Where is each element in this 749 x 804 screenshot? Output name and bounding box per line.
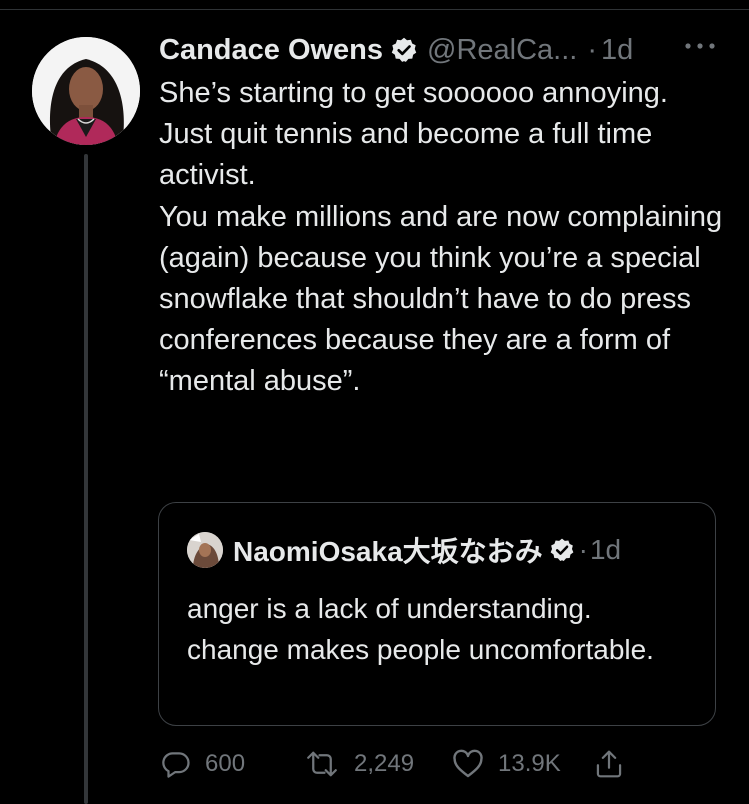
quoted-tweet-header: NaomiOsaka大坂なおみ · 1d	[187, 531, 621, 569]
tweet-header: Candace Owens @RealCa... · 1d	[159, 30, 633, 70]
tweet-text-line: You make millions and are now complainin…	[159, 200, 723, 398]
quoted-tweet-card[interactable]: NaomiOsaka大坂なおみ · 1d anger is a lack of …	[158, 502, 716, 726]
thread-line	[84, 154, 88, 804]
reply-count: 600	[205, 750, 246, 777]
retweet-icon	[304, 749, 340, 779]
quoted-author-name: NaomiOsaka大坂なおみ	[233, 536, 543, 567]
tweet-action-bar: 600 2,249 13.9K	[159, 744, 739, 784]
author-display-name[interactable]: Candace Owens	[159, 34, 383, 67]
quoted-header-separator: ·	[578, 534, 588, 565]
share-button[interactable]	[594, 744, 624, 784]
quoted-tweet-text: anger is a lack of understanding. change…	[187, 588, 697, 670]
reply-button[interactable]: 600	[161, 744, 245, 784]
share-icon	[594, 748, 624, 780]
tweet-text-line: She’s starting to get soooooo annoying.	[159, 77, 668, 109]
tweet-text-line: Just quit tennis and become a full time …	[159, 118, 653, 192]
author-handle[interactable]: @RealCa...	[427, 34, 577, 67]
tweet-timestamp[interactable]: 1d	[601, 34, 633, 67]
retweet-count: 2,249	[354, 750, 415, 777]
heart-icon	[452, 749, 484, 779]
like-count: 13.9K	[498, 750, 561, 777]
header-separator: ·	[587, 33, 598, 66]
tweet-text: She’s starting to get soooooo annoying. …	[159, 73, 734, 403]
quoted-verified-badge-icon	[549, 537, 575, 563]
quoted-tweet-timestamp: 1d	[589, 534, 622, 565]
retweet-button[interactable]: 2,249	[304, 744, 414, 784]
verified-badge-icon	[390, 36, 418, 64]
reply-icon	[161, 749, 191, 779]
quoted-text-line: anger is a lack of understanding.	[187, 593, 592, 624]
author-avatar-image	[32, 37, 140, 145]
like-button[interactable]: 13.9K	[452, 744, 561, 784]
more-options-icon[interactable]	[683, 36, 717, 56]
quoted-author-avatar	[187, 532, 223, 568]
author-avatar[interactable]	[32, 37, 140, 145]
top-divider	[0, 9, 749, 10]
quoted-text-line: change makes people uncomfortable.	[187, 634, 654, 665]
